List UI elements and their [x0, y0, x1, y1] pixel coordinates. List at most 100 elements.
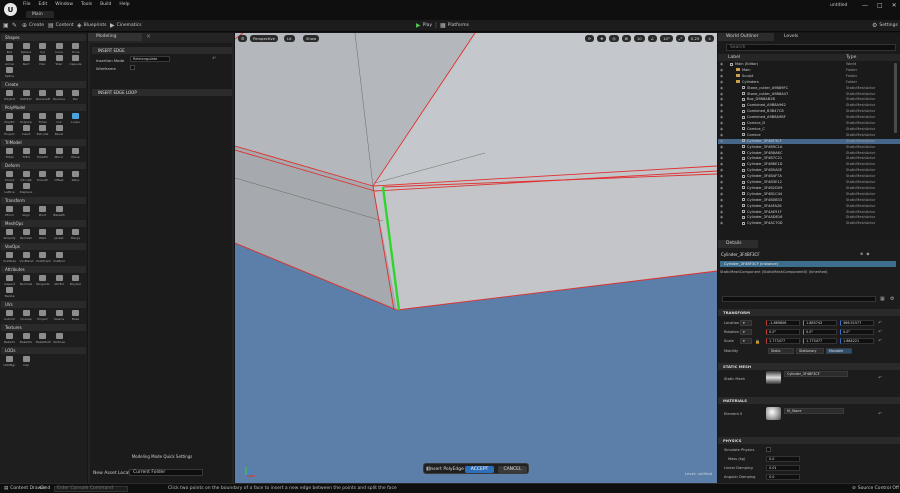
tab-modeling[interactable]: Modeling: [88, 33, 142, 41]
tool-stair[interactable]: Stair: [53, 55, 66, 66]
material-thumbnail[interactable]: [766, 407, 781, 420]
visibility-eye-icon[interactable]: ◉: [720, 103, 723, 109]
location-z-field[interactable]: 366.51577: [840, 320, 874, 326]
tool-torus[interactable]: Torus: [69, 43, 82, 54]
outliner-row[interactable]: ◉ Combined_A9B8A9BF StaticMeshActor: [718, 115, 900, 121]
visibility-eye-icon[interactable]: ◉: [720, 121, 723, 127]
tool-revolve[interactable]: Revolve: [53, 90, 66, 101]
blueprints-button[interactable]: ◈ Blueprints: [77, 22, 107, 29]
location-x-field[interactable]: -1.869806: [766, 320, 800, 326]
tool-polygrp[interactable]: PolyGrp: [69, 275, 82, 286]
tab-levels[interactable]: Levels: [776, 33, 816, 41]
outliner-row[interactable]: ◉ Cylinder_3F4B9C1A StaticMeshActor: [718, 145, 900, 151]
play-button[interactable]: ▶ Play: [416, 22, 432, 29]
category-polymodel[interactable]: PolyModel: [1, 104, 86, 111]
category-shapes[interactable]: Shapes: [1, 34, 86, 41]
tool-project[interactable]: Project: [36, 310, 49, 321]
tool-seams[interactable]: Seams: [53, 310, 66, 321]
tool-cap[interactable]: Cap: [20, 356, 33, 367]
tool-jacket[interactable]: Jacket: [53, 229, 66, 240]
tool-remesh[interactable]: Remesh: [20, 229, 33, 240]
visibility-eye-icon[interactable]: ◉: [720, 186, 723, 192]
tool-disc[interactable]: Disc: [36, 55, 49, 66]
accept-button[interactable]: ACCEPT: [465, 466, 494, 473]
category-transform[interactable]: Transform: [1, 197, 86, 204]
section-static-mesh[interactable]: STATIC MESH: [718, 363, 900, 370]
tool-align[interactable]: Align: [20, 206, 33, 217]
mass-field[interactable]: 0.0: [766, 456, 800, 462]
rotation-z-field[interactable]: 0.0°: [840, 329, 874, 335]
section-transform[interactable]: TRANSFORM: [718, 309, 900, 316]
visibility-eye-icon[interactable]: ◉: [720, 145, 723, 151]
tool-voxblend[interactable]: VoxBlend: [20, 252, 33, 263]
tool-tangents[interactable]: Tangents: [36, 275, 49, 286]
category-textures[interactable]: Textures: [1, 324, 86, 331]
mobility-stationary-button[interactable]: Stationary: [796, 348, 824, 354]
outliner-row[interactable]: ◉ Cylinder_3F4AE91F StaticMeshActor: [718, 210, 900, 216]
reset-rotation-icon[interactable]: ↶: [878, 330, 882, 335]
tool-trisel[interactable]: TriSel: [36, 113, 49, 124]
visibility-eye-icon[interactable]: ◉: [720, 156, 723, 162]
outliner-row[interactable]: ◉ Combined_A9B8A962 StaticMeshActor: [718, 103, 900, 109]
outliner-row[interactable]: ◉ Cylinder_3F4B7C21 StaticMeshActor: [718, 156, 900, 162]
visibility-eye-icon[interactable]: ◉: [720, 192, 723, 198]
tool-vsculpt[interactable]: VSculpt: [20, 171, 33, 182]
location-mode-select[interactable]: ▾: [740, 320, 752, 326]
tool-voxmorph[interactable]: VoxMorph: [36, 252, 51, 263]
category-lods[interactable]: LODs: [1, 347, 86, 354]
viewport-menu-button[interactable]: ☰: [238, 35, 248, 42]
tool-cone[interactable]: Cone: [53, 43, 66, 54]
visibility-eye-icon[interactable]: ◉: [720, 210, 723, 216]
tool-nanite[interactable]: Nanite: [3, 287, 16, 298]
section-insert-edge-loop[interactable]: INSERT EDGE LOOP: [92, 89, 232, 96]
menu-build[interactable]: Build: [100, 2, 111, 7]
outliner-scrollbar[interactable]: [894, 63, 897, 133]
tool-baketx[interactable]: BakeTx: [3, 333, 16, 344]
tool-bakers[interactable]: BakeRS: [53, 206, 66, 217]
tool-normals[interactable]: Normals: [20, 275, 33, 286]
category-deform[interactable]: Deform: [1, 162, 86, 169]
section-physics[interactable]: PHYSICS: [718, 437, 900, 444]
rotation-snap-value[interactable]: 10°: [660, 35, 673, 42]
visibility-eye-icon[interactable]: ◉: [720, 62, 723, 68]
location-y-field[interactable]: 1.883743: [803, 320, 837, 326]
visibility-eye-icon[interactable]: ◉: [720, 92, 723, 98]
tool-cyl[interactable]: Cyl: [36, 43, 49, 54]
level-viewport[interactable]: ☰ Perspective Lit Show ⟳ ✥ ◎ ⊞ 10 ∠ 10° …: [235, 33, 717, 483]
console-command-input[interactable]: Enter Console Command: [54, 486, 128, 492]
visibility-eye-icon[interactable]: ◉: [720, 215, 723, 221]
tool-warp[interactable]: Warp: [69, 171, 82, 182]
visibility-eye-icon[interactable]: ◉: [720, 68, 723, 74]
selected-actor-name[interactable]: Cylinder_3F4BF3CF: [721, 252, 760, 257]
tool-tried[interactable]: TriEd: [20, 148, 33, 159]
visibility-eye-icon[interactable]: ◉: [720, 86, 723, 92]
tool-cut[interactable]: Cut: [53, 113, 66, 124]
scale-snap-icon[interactable]: ⤢: [675, 35, 685, 42]
tool-displace[interactable]: Displace: [20, 183, 33, 194]
visibility-eye-icon[interactable]: ◉: [720, 198, 723, 204]
gear-icon[interactable]: ⚙: [890, 296, 894, 302]
reset-icon[interactable]: ↶: [212, 56, 216, 62]
angular-damping-field[interactable]: 0.0: [766, 474, 800, 480]
details-search-input[interactable]: [722, 296, 876, 302]
tool-merge[interactable]: Merge: [69, 229, 82, 240]
blueprint-button-icon[interactable]: ◈: [866, 251, 869, 256]
outliner-row[interactable]: ◉ Cylinders Folder: [718, 80, 900, 86]
scale-snap-value[interactable]: 0.25: [687, 35, 703, 42]
outliner-row[interactable]: ◉ Cylinder_3F4B8A6C StaticMeshActor: [718, 151, 900, 157]
tool-arrow[interactable]: Arrow: [3, 55, 16, 66]
menu-tools[interactable]: Tools: [81, 2, 92, 7]
move-tool-icon[interactable]: ✥: [597, 35, 607, 42]
visibility-eye-icon[interactable]: ◉: [720, 168, 723, 174]
tool-box[interactable]: Box: [3, 43, 16, 54]
add-component-button[interactable]: ⊕: [860, 251, 863, 256]
outliner-row[interactable]: ◉ Cylinder_3F4B3E12 StaticMeshActor: [718, 180, 900, 186]
rotation-mode-select[interactable]: ▾: [740, 329, 752, 335]
outliner-row[interactable]: ◉ Stone_cutter_A9B89FC StaticMeshActor: [718, 86, 900, 92]
section-materials[interactable]: MATERIALS: [718, 397, 900, 404]
menu-edit[interactable]: Edit: [39, 2, 48, 7]
material-select[interactable]: M_Stone: [784, 408, 844, 414]
category-trimodel[interactable]: TriModel: [1, 139, 86, 146]
column-type[interactable]: Type: [846, 55, 856, 60]
create-button[interactable]: ⊕ Create: [22, 22, 44, 29]
